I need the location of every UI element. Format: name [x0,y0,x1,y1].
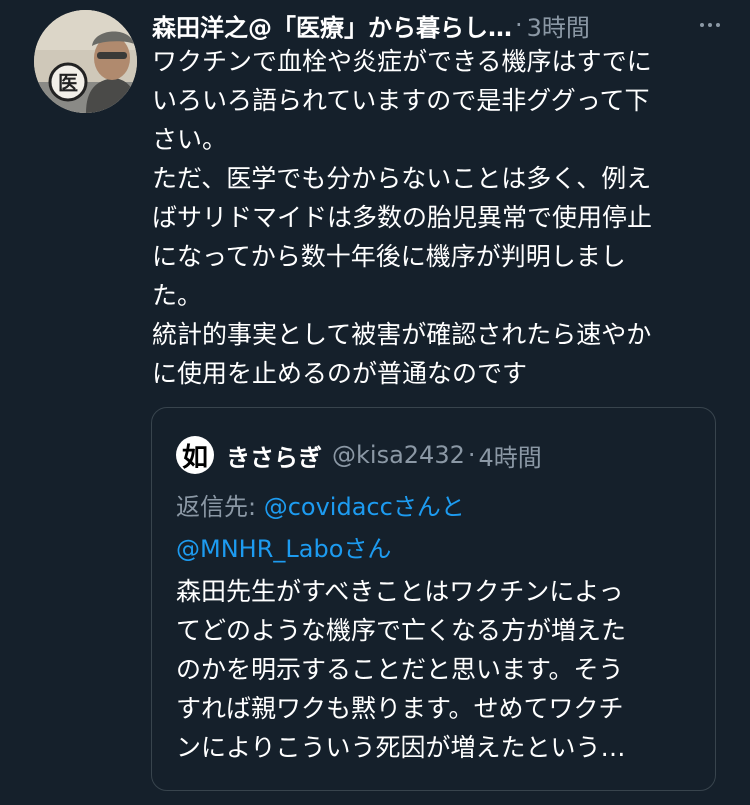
tweet-line: ばサリドマイドは多数の胎児異常で使用停止 [152,203,653,232]
tweet-line: に使用を止めるのが普通なのです [152,359,528,388]
tweet-line: ワクチンで血栓や炎症ができる機序はすでに [152,47,652,76]
user-avatar-photo-icon: 医 [34,10,137,113]
tweet-line: になってから数十年後に機序が判明しまし [152,242,626,271]
tweet-body: ワクチンで血栓や炎症ができる機序はすでに いろいろ語られていますので是非ググって… [152,42,727,393]
mention-suffix: さんと [392,493,465,521]
quoted-author-handle[interactable]: @kisa2432 [332,441,465,469]
quoted-tweet-line: のかを明示することだと思います。そう [176,655,624,684]
quoted-tweet-line: てどのような機序で亡くなる方が増えた [176,616,627,645]
tweet-line: 統計的事実として被害が確認されたら速やか [152,320,652,349]
quoted-tweet-line: すれば親ワクも黙ります。せめてワクチ [176,694,624,723]
quoted-author-name[interactable]: きさらぎ [226,438,322,473]
separator-dot: · [467,441,476,469]
mention-link[interactable]: @MNHR_Labo [176,535,343,563]
reply-line-1: 返信先: @covidaccさんと [176,486,465,528]
mention-suffix: さん [343,535,392,563]
tweet-line: ただ、医学でも分からないことは多く、例え [152,164,652,193]
quoted-tweet-line: ンによりこういう死因が増えたという… [176,733,626,762]
author-avatar[interactable]: 医 [34,10,137,113]
reply-to-info: 返信先: @covidaccさんと @MNHR_Laboさん [176,486,465,570]
tweet-line: いろいろ語られていますので是非ググって下 [152,86,650,115]
tweet-timestamp[interactable]: 3時間 [527,8,590,43]
svg-text:医: 医 [58,71,78,95]
mention-link[interactable]: @covidacc [264,493,393,521]
tweet-line: た。 [152,281,203,310]
tweet-line: さい。 [152,125,228,154]
quoted-tweet-card[interactable]: 如 きさらぎ @kisa2432 · 4時間 返信先: @covidaccさんと… [151,407,716,791]
more-options-icon[interactable] [698,23,722,27]
quoted-tweet-header: 如 きさらぎ @kisa2432 · 4時間 [176,436,542,474]
reply-prefix: 返信先: [176,493,264,521]
quoted-tweet-line: 森田先生がすべきことはワクチンによっ [176,577,624,606]
author-name[interactable]: 森田洋之@「医療」から暮らし… [152,8,512,43]
quoted-tweet-body: 森田先生がすべきことはワクチンによっ てどのような機序で亡くなる方が増えた のか… [176,572,696,767]
quoted-author-avatar[interactable]: 如 [176,436,214,474]
quoted-tweet-timestamp[interactable]: 4時間 [479,438,542,473]
reply-line-2: @MNHR_Laboさん [176,528,465,570]
separator-dot: · [515,11,523,39]
tweet-header: 森田洋之@「医療」から暮らし… · 3時間 [152,8,722,42]
